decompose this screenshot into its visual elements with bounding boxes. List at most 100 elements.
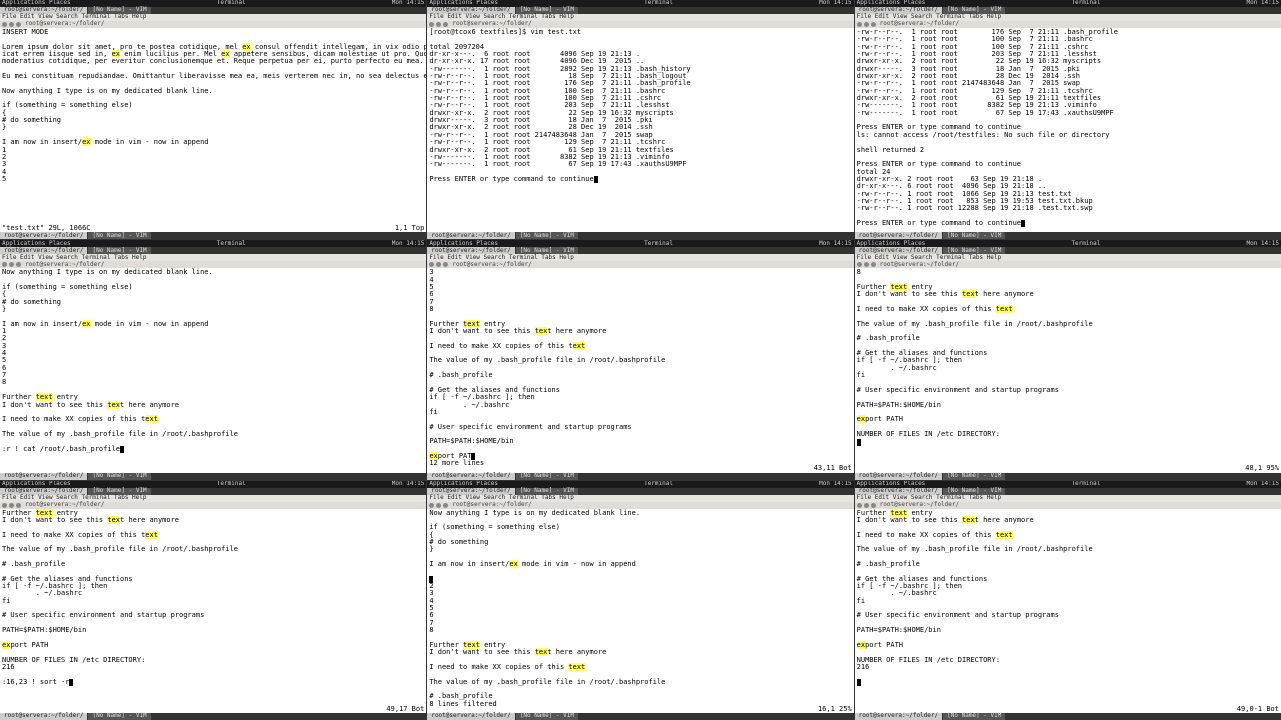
screenshot-pane: Applications PlacesTerminalMon 14:15root…: [427, 240, 853, 479]
max-icon[interactable]: [871, 503, 876, 508]
bottom-tab[interactable]: [No Name] - VIM: [516, 232, 578, 239]
bottom-tab[interactable]: [No Name] - VIM: [88, 713, 150, 720]
terminal-output[interactable]: -rw-r--r--. 1 root root 176 Sep 7 21:11 …: [855, 28, 1281, 228]
bottom-tab[interactable]: [No Name] - VIM: [943, 232, 1005, 239]
topbar-app: Terminal: [217, 0, 246, 6]
bottom-tabstrip[interactable]: root@servera:~/folder/[No Name] - VIM: [0, 713, 426, 720]
min-icon[interactable]: [9, 262, 14, 267]
terminal-output[interactable]: INSERT MODE Lorem ipsum dolor sit amet, …: [0, 28, 426, 184]
close-icon[interactable]: [2, 503, 7, 508]
highlight: ex: [82, 138, 90, 146]
bottom-tab[interactable]: root@servera:~/folder/: [427, 473, 514, 480]
bottom-tabstrip[interactable]: root@servera:~/folder/[No Name] - VIM: [855, 473, 1281, 480]
bottom-tab[interactable]: root@servera:~/folder/: [855, 713, 942, 720]
terminal-line: 5: [2, 357, 424, 364]
min-icon[interactable]: [9, 503, 14, 508]
bottom-tab[interactable]: [No Name] - VIM: [88, 473, 150, 480]
bottom-tabstrip[interactable]: root@servera:~/folder/[No Name] - VIM: [855, 232, 1281, 239]
close-icon[interactable]: [2, 22, 7, 27]
close-icon[interactable]: [429, 262, 434, 267]
bottom-tab[interactable]: root@servera:~/folder/: [0, 713, 87, 720]
min-icon[interactable]: [864, 503, 869, 508]
terminal-line: NUMBER OF FILES IN /etc DIRECTORY:: [857, 657, 1279, 664]
vim-status-right: 49,0-1 Bot: [1237, 706, 1279, 713]
min-icon[interactable]: [864, 22, 869, 27]
bottom-tab[interactable]: [No Name] - VIM: [943, 473, 1005, 480]
topbar-clock: Mon 14:15: [392, 0, 425, 6]
max-icon[interactable]: [16, 503, 21, 508]
bottom-tab[interactable]: root@servera:~/folder/: [0, 232, 87, 239]
terminal-line: {: [2, 291, 424, 298]
terminal-line: [857, 635, 1279, 642]
min-icon[interactable]: [436, 262, 441, 267]
close-icon[interactable]: [429, 503, 434, 508]
terminal-line: PATH=$PATH:$HOME/bin: [857, 627, 1279, 634]
terminal-line: [429, 568, 851, 575]
terminal-line: . ~/.bashrc: [2, 590, 424, 597]
terminal-line: Eu mei constituam repudiandae. Omittantu…: [2, 73, 424, 80]
max-icon[interactable]: [443, 503, 448, 508]
terminal-line: I am now in insert/ex mode in vim - now …: [2, 321, 424, 328]
bottom-tabstrip[interactable]: root@servera:~/folder/[No Name] - VIM: [0, 473, 426, 480]
terminal-line: I need to make XX copies of this text: [857, 306, 1279, 313]
bottom-tab[interactable]: root@servera:~/folder/: [855, 232, 942, 239]
terminal-line: The value of my .bash_profile file in /r…: [857, 321, 1279, 328]
terminal-output[interactable]: Now anything I type is on my dedicated b…: [427, 509, 853, 709]
terminal-line: I don't want to see this text here anymo…: [2, 517, 424, 524]
max-icon[interactable]: [16, 262, 21, 267]
bottom-tab[interactable]: root@servera:~/folder/: [0, 473, 87, 480]
terminal-line: 216: [857, 664, 1279, 671]
bottom-tab[interactable]: [No Name] - VIM: [943, 713, 1005, 720]
terminal-line: # User specific environment and startup …: [857, 612, 1279, 619]
max-icon[interactable]: [16, 22, 21, 27]
close-icon[interactable]: [429, 22, 434, 27]
topbar-clock: Mon 14:15: [392, 481, 425, 487]
min-icon[interactable]: [436, 503, 441, 508]
bottom-tabstrip[interactable]: root@servera:~/folder/[No Name] - VIM: [427, 232, 853, 239]
max-icon[interactable]: [871, 262, 876, 267]
terminal-output[interactable]: Further text entryI don't want to see th…: [855, 509, 1281, 687]
text-cursor: [1021, 220, 1025, 227]
terminal-output[interactable]: 345678 Further text entryI don't want to…: [427, 268, 853, 468]
terminal-output[interactable]: Now anything I type is on my dedicated b…: [0, 268, 426, 454]
terminal-line: 4: [429, 277, 851, 284]
max-icon[interactable]: [871, 22, 876, 27]
bottom-tabstrip[interactable]: root@servera:~/folder/[No Name] - VIM: [427, 473, 853, 480]
vim-statusline: 49,0-1 Bot: [855, 706, 1281, 713]
terminal-line: The value of my .bash_profile file in /r…: [2, 546, 424, 553]
close-icon[interactable]: [857, 503, 862, 508]
terminal-line: I don't want to see this text here anymo…: [857, 291, 1279, 298]
terminal-line: -rw-r--r--. 1 root root 12288 Sep 19 21:…: [857, 205, 1279, 212]
bottom-tab[interactable]: root@servera:~/folder/: [855, 473, 942, 480]
terminal-line: [2, 554, 424, 561]
bottom-tab[interactable]: root@servera:~/folder/: [427, 713, 514, 720]
min-icon[interactable]: [864, 262, 869, 267]
terminal-output[interactable]: 8 Further text entryI don't want to see …: [855, 268, 1281, 446]
max-icon[interactable]: [443, 262, 448, 267]
bottom-tab[interactable]: [No Name] - VIM: [88, 232, 150, 239]
min-icon[interactable]: [436, 22, 441, 27]
terminal-line: moderatius cotidique, per everitur concl…: [2, 58, 424, 65]
bottom-tab[interactable]: [No Name] - VIM: [516, 473, 578, 480]
terminal-line: The value of my .bash_profile file in /r…: [2, 431, 424, 438]
max-icon[interactable]: [443, 22, 448, 27]
close-icon[interactable]: [2, 262, 7, 267]
bottom-tabstrip[interactable]: root@servera:~/folder/[No Name] - VIM: [855, 713, 1281, 720]
terminal-output[interactable]: Further text entryI don't want to see th…: [0, 509, 426, 687]
topbar-clock: Mon 14:15: [1246, 0, 1279, 6]
terminal-line: [429, 365, 851, 372]
terminal-line: I need to make XX copies of this text: [429, 664, 851, 671]
terminal-line: 8: [2, 379, 424, 386]
bottom-tabstrip[interactable]: root@servera:~/folder/[No Name] - VIM: [427, 713, 853, 720]
bottom-tabstrip[interactable]: root@servera:~/folder/[No Name] - VIM: [0, 232, 426, 239]
terminal-line: 5: [429, 605, 851, 612]
close-icon[interactable]: [857, 22, 862, 27]
bottom-tab[interactable]: root@servera:~/folder/: [427, 232, 514, 239]
terminal-output[interactable]: [root@tcox6 textfiles]$ vim test.txt tot…: [427, 28, 853, 184]
close-icon[interactable]: [857, 262, 862, 267]
min-icon[interactable]: [9, 22, 14, 27]
highlight: text: [996, 531, 1013, 539]
bottom-tab[interactable]: [No Name] - VIM: [516, 713, 578, 720]
terminal-line: 4: [429, 598, 851, 605]
highlight: tex: [962, 516, 975, 524]
